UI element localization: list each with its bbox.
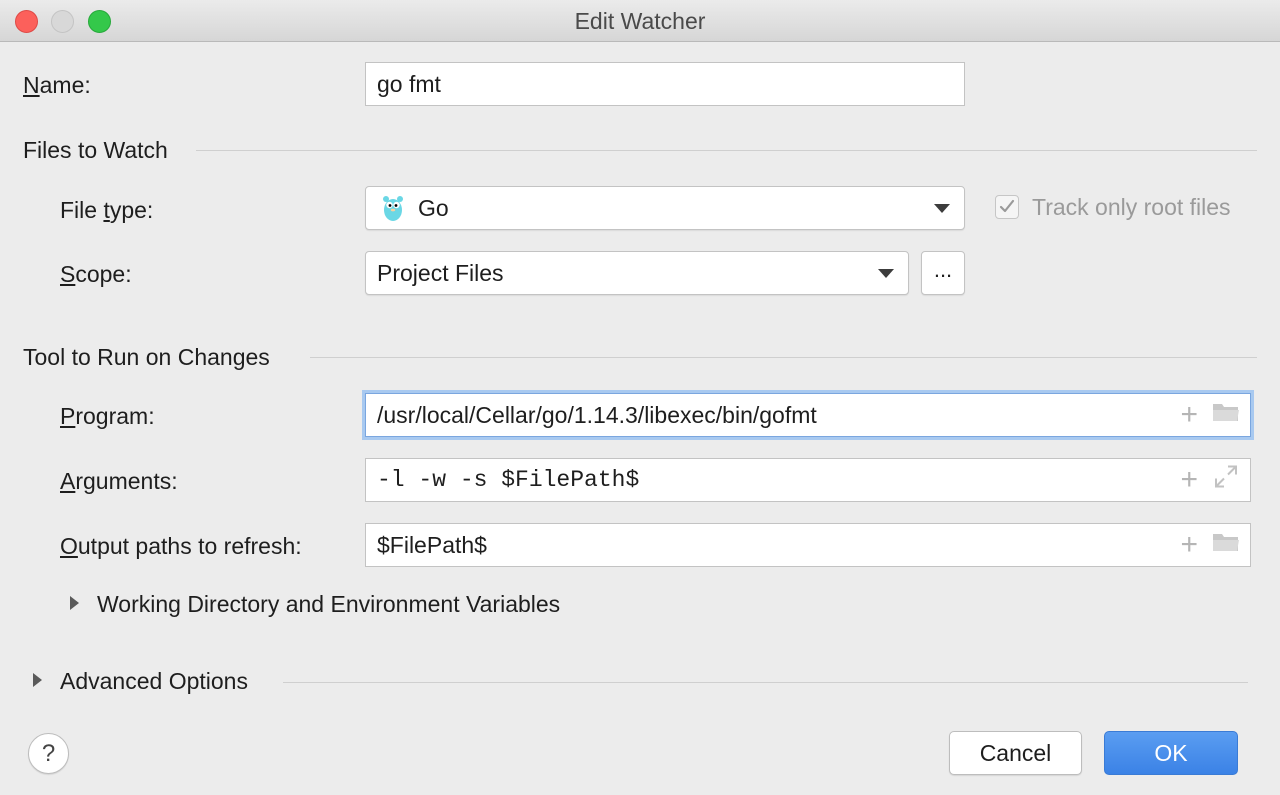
- chevron-down-icon: [878, 269, 894, 278]
- output-paths-input[interactable]: $FilePath$ +: [365, 523, 1251, 567]
- scope-label: Scope:: [60, 261, 132, 287]
- chevron-down-icon: [934, 204, 950, 213]
- arguments-label: Arguments:: [60, 468, 178, 494]
- scope-value: Project Files: [377, 259, 504, 286]
- file-type-value: Go: [418, 194, 449, 221]
- checkmark-icon: [999, 199, 1015, 213]
- folder-icon[interactable]: [1212, 531, 1240, 559]
- scope-combo[interactable]: Project Files: [365, 251, 909, 295]
- program-label: Program:: [60, 403, 155, 429]
- output-paths-value: $FilePath$: [377, 531, 487, 558]
- program-value: /usr/local/Cellar/go/1.14.3/libexec/bin/…: [377, 401, 817, 428]
- arguments-value: -l -w -s $FilePath$: [377, 467, 640, 493]
- files-to-watch-separator: [196, 150, 1257, 151]
- expand-triangle-icon[interactable]: [33, 673, 42, 687]
- name-input[interactable]: go fmt: [365, 62, 965, 106]
- scope-more-button[interactable]: ...: [921, 251, 965, 295]
- working-dir-toggle[interactable]: Working Directory and Environment Variab…: [97, 591, 560, 618]
- file-type-label: File type:: [60, 197, 154, 223]
- help-button[interactable]: ?: [28, 733, 69, 774]
- gopher-icon: [382, 195, 404, 221]
- program-input[interactable]: /usr/local/Cellar/go/1.14.3/libexec/bin/…: [365, 393, 1251, 437]
- plus-icon[interactable]: +: [1180, 530, 1198, 560]
- title-bar: Edit Watcher: [0, 0, 1280, 42]
- files-to-watch-title: Files to Watch: [23, 137, 168, 163]
- edit-watcher-dialog: Edit Watcher Name: go fmt Files to Watch…: [0, 0, 1280, 795]
- plus-icon[interactable]: +: [1180, 400, 1198, 430]
- ok-button[interactable]: OK: [1104, 731, 1238, 775]
- track-root-label: Track only root files: [1032, 194, 1231, 220]
- tool-section-title: Tool to Run on Changes: [23, 344, 270, 370]
- expand-triangle-icon[interactable]: [70, 596, 79, 610]
- advanced-separator: [283, 682, 1248, 683]
- plus-icon[interactable]: +: [1180, 465, 1198, 495]
- cancel-button[interactable]: Cancel: [949, 731, 1082, 775]
- tool-section-separator: [310, 357, 1257, 358]
- expand-icon[interactable]: [1214, 465, 1238, 496]
- track-root-checkbox[interactable]: [995, 195, 1019, 219]
- window-title: Edit Watcher: [574, 8, 706, 34]
- folder-icon[interactable]: [1212, 401, 1240, 429]
- name-label: Name:: [23, 72, 91, 98]
- arguments-input[interactable]: -l -w -s $FilePath$ +: [365, 458, 1251, 502]
- file-type-combo[interactable]: Go: [365, 186, 965, 230]
- advanced-options-toggle[interactable]: Advanced Options: [60, 668, 248, 695]
- output-paths-label: Output paths to refresh:: [60, 533, 302, 559]
